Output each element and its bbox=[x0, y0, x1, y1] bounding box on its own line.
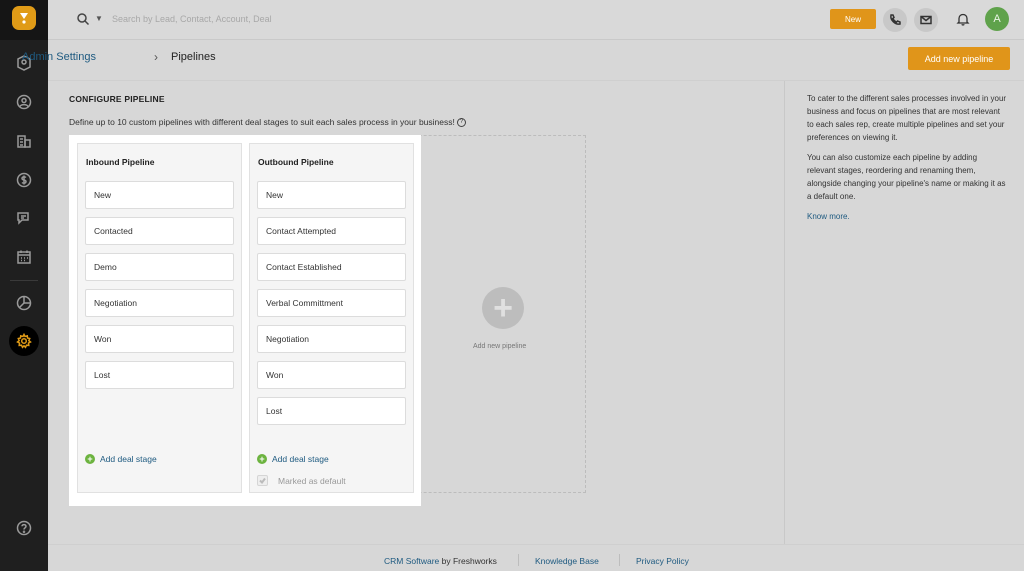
info-paragraph: You can also customize each pipeline by … bbox=[807, 153, 1006, 201]
add-deal-stage-button[interactable]: + Add deal stage bbox=[257, 454, 329, 464]
section-description-text: Define up to 10 custom pipelines with di… bbox=[69, 117, 455, 127]
search-input[interactable] bbox=[112, 10, 412, 28]
deal-stage[interactable]: Contact Established bbox=[257, 253, 406, 281]
footer-crm-suffix: by Freshworks bbox=[439, 556, 497, 566]
deal-stage[interactable]: Lost bbox=[85, 361, 234, 389]
chevron-down-icon[interactable]: ▼ bbox=[95, 14, 103, 23]
deal-stage[interactable]: Won bbox=[85, 325, 234, 353]
pipeline-card-inbound[interactable]: Inbound Pipeline New Contacted Demo Nego… bbox=[77, 143, 242, 493]
mail-icon[interactable] bbox=[914, 8, 938, 32]
help-icon[interactable]: ? bbox=[456, 118, 466, 128]
freshsales-logo[interactable] bbox=[12, 6, 36, 30]
sidebar-divider bbox=[10, 280, 38, 281]
pipeline-name[interactable]: Inbound Pipeline bbox=[86, 157, 154, 167]
footer-divider bbox=[619, 554, 620, 566]
marked-as-default[interactable]: Marked as default bbox=[257, 475, 346, 486]
info-paragraph: To cater to the different sales processe… bbox=[807, 94, 1007, 142]
reports-icon[interactable] bbox=[14, 293, 34, 313]
knowledge-base-link[interactable]: Knowledge Base bbox=[535, 556, 599, 566]
breadcrumb-separator: › bbox=[154, 50, 158, 64]
plus-icon: + bbox=[257, 454, 267, 464]
search-icon[interactable] bbox=[76, 12, 90, 26]
add-new-pipeline-label[interactable]: Add new pipeline bbox=[473, 343, 526, 350]
sidebar bbox=[0, 0, 48, 571]
deal-stage[interactable]: Contact Attempted bbox=[257, 217, 406, 245]
deal-stage[interactable]: Demo bbox=[85, 253, 234, 281]
chat-icon[interactable] bbox=[14, 208, 34, 228]
building-icon[interactable] bbox=[14, 131, 34, 151]
pipeline-card-outbound[interactable]: Outbound Pipeline New Contact Attempted … bbox=[249, 143, 414, 493]
breadcrumb-admin-settings[interactable]: Admin Settings bbox=[22, 51, 96, 63]
help-icon[interactable] bbox=[14, 518, 34, 538]
gear-icon[interactable] bbox=[9, 326, 39, 356]
avatar[interactable]: A bbox=[985, 7, 1009, 31]
add-deal-stage-button[interactable]: + Add deal stage bbox=[85, 454, 157, 464]
user-icon[interactable] bbox=[14, 92, 34, 112]
section-description: Define up to 10 custom pipelines with di… bbox=[69, 117, 466, 128]
dollar-icon[interactable] bbox=[14, 170, 34, 190]
add-deal-stage-label: Add deal stage bbox=[272, 454, 329, 464]
add-deal-stage-label: Add deal stage bbox=[100, 454, 157, 464]
calendar-icon[interactable] bbox=[14, 247, 34, 267]
new-button[interactable]: New bbox=[830, 9, 876, 29]
top-bar: ▼ New A bbox=[48, 0, 1024, 40]
phone-icon[interactable] bbox=[883, 8, 907, 32]
crm-software-link[interactable]: CRM Software bbox=[384, 556, 439, 566]
info-panel-divider bbox=[784, 81, 785, 544]
deal-stage[interactable]: New bbox=[85, 181, 234, 209]
pipeline-name[interactable]: Outbound Pipeline bbox=[258, 157, 334, 167]
deal-stage[interactable]: Won bbox=[257, 361, 406, 389]
plus-icon: + bbox=[85, 454, 95, 464]
add-new-pipeline-button[interactable]: Add new pipeline bbox=[908, 47, 1010, 70]
know-more-link[interactable]: Know more. bbox=[807, 212, 850, 221]
page-title: Pipelines bbox=[171, 51, 216, 63]
deal-stage[interactable]: Verbal Committment bbox=[257, 289, 406, 317]
deal-stage[interactable]: Lost bbox=[257, 397, 406, 425]
default-label: Marked as default bbox=[278, 475, 346, 486]
footer-crm: CRM Software by Freshworks bbox=[384, 556, 497, 566]
info-panel: To cater to the different sales processe… bbox=[807, 92, 1007, 223]
check-icon bbox=[259, 477, 266, 484]
footer: CRM Software by Freshworks Knowledge Bas… bbox=[48, 544, 1024, 571]
deal-stage[interactable]: New bbox=[257, 181, 406, 209]
footer-divider bbox=[518, 554, 519, 566]
add-pipeline-plus-icon[interactable]: + bbox=[482, 287, 524, 329]
deal-stage[interactable]: Contacted bbox=[85, 217, 234, 245]
deal-stage[interactable]: Negotiation bbox=[257, 325, 406, 353]
deal-stage[interactable]: Negotiation bbox=[85, 289, 234, 317]
privacy-policy-link[interactable]: Privacy Policy bbox=[636, 556, 689, 566]
bell-icon[interactable] bbox=[956, 12, 970, 26]
default-checkbox[interactable] bbox=[257, 475, 268, 486]
section-title: CONFIGURE PIPELINE bbox=[69, 94, 165, 104]
header-divider bbox=[48, 80, 1024, 81]
